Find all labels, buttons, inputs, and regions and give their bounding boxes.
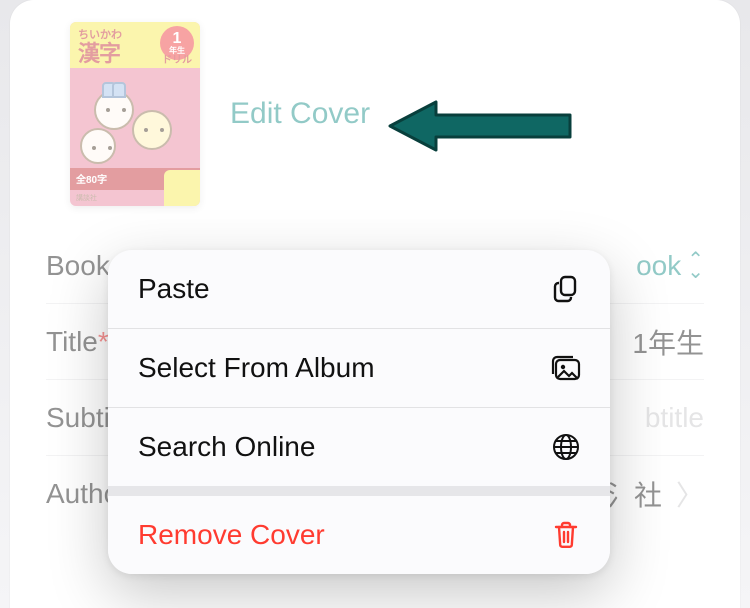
cover-kanji: 漢字 [78, 36, 120, 68]
placeholder-subtitle: btitle [645, 402, 704, 434]
label-subtitle: Subti [46, 402, 110, 434]
value-title: 1年生 [632, 322, 704, 362]
cover-section: ちいかわ 漢字 1 年生 ドリル 全80字 講談社 Edit Cover [10, 0, 740, 228]
menu-item-paste[interactable]: Paste [108, 250, 610, 328]
edit-cover-context-menu: Paste Select From Album Search Online [108, 250, 610, 574]
photo-library-icon [548, 350, 584, 386]
menu-label-search: Search Online [138, 431, 315, 463]
value-author: 氵社 [606, 474, 662, 514]
menu-label-album: Select From Album [138, 352, 375, 384]
cover-drill-text: ドリル [162, 51, 192, 66]
menu-label-remove: Remove Cover [138, 519, 325, 551]
chevron-right-icon: 〉 [676, 474, 704, 514]
up-down-selector-icon: ⌃⌄ [687, 254, 704, 278]
globe-icon [548, 429, 584, 465]
menu-label-paste: Paste [138, 273, 210, 305]
menu-item-select-from-album[interactable]: Select From Album [108, 329, 610, 407]
cover-thumbnail[interactable]: ちいかわ 漢字 1 年生 ドリル 全80字 講談社 [70, 22, 200, 206]
trash-icon [548, 517, 584, 553]
label-title: Title* [46, 326, 109, 358]
edit-cover-button[interactable]: Edit Cover [230, 97, 370, 131]
value-book-type: ook ⌃⌄ [636, 250, 704, 282]
clipboard-icon [548, 271, 584, 307]
label-book-type: Book [46, 250, 110, 282]
menu-item-remove-cover[interactable]: Remove Cover [108, 496, 610, 574]
menu-item-search-online[interactable]: Search Online [108, 408, 610, 486]
